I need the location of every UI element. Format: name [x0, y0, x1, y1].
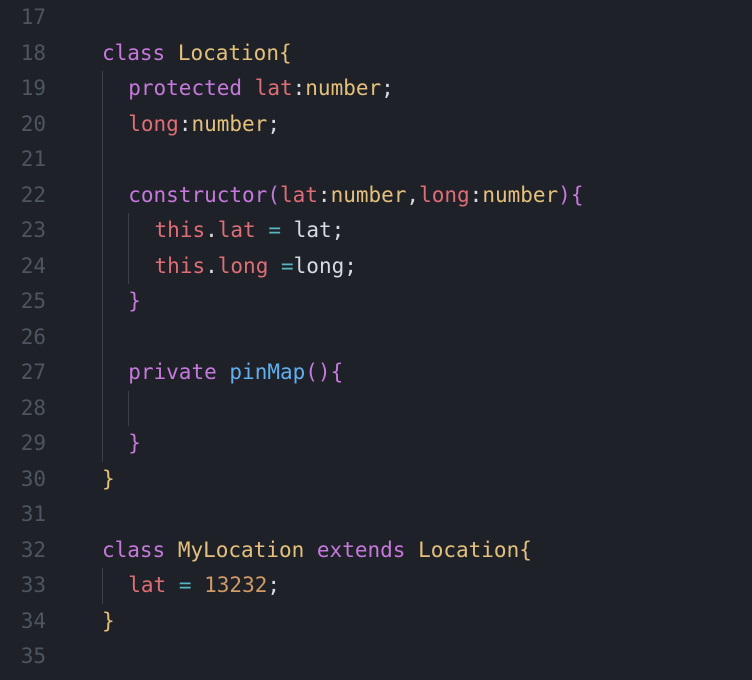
line-number: 28 [0, 391, 46, 427]
property-lat: lat [218, 218, 256, 242]
colon: : [470, 183, 483, 207]
line-number: 31 [0, 497, 46, 533]
semicolon: ; [267, 573, 280, 597]
keyword-class: class [102, 538, 165, 562]
keyword-constructor: constructor [128, 183, 267, 207]
line-number: 22 [0, 178, 46, 214]
line-number: 29 [0, 426, 46, 462]
var-long: long [294, 254, 345, 278]
code-line: private pinMap(){ [64, 355, 752, 391]
line-number: 23 [0, 213, 46, 249]
paren-close: ) [558, 183, 571, 207]
line-number: 24 [0, 249, 46, 285]
semicolon: ; [267, 112, 280, 136]
code-line: } [64, 284, 752, 320]
keyword-private: private [128, 360, 217, 384]
line-number: 27 [0, 355, 46, 391]
line-number: 34 [0, 604, 46, 640]
brace-close: } [102, 609, 115, 633]
type-number: number [482, 183, 558, 207]
semicolon: ; [332, 218, 345, 242]
line-number: 32 [0, 533, 46, 569]
line-number: 26 [0, 320, 46, 356]
semicolon: ; [344, 254, 357, 278]
colon: : [318, 183, 331, 207]
line-number: 33 [0, 568, 46, 604]
line-number: 25 [0, 284, 46, 320]
class-name: MyLocation [178, 538, 304, 562]
paren-close: ) [318, 360, 331, 384]
equals: = [281, 254, 294, 278]
type-number: number [305, 76, 381, 100]
brace-close: } [128, 431, 141, 455]
brace-open: { [331, 360, 344, 384]
code-line: this.long =long; [64, 249, 752, 285]
code-line: class Location{ [64, 36, 752, 72]
param-lat: lat [280, 183, 318, 207]
brace-close: } [102, 467, 115, 491]
code-line [64, 391, 752, 427]
property-lat: lat [128, 573, 166, 597]
code-line [64, 142, 752, 178]
type-number: number [191, 112, 267, 136]
keyword-this: this [155, 254, 206, 278]
property-long: long [128, 112, 179, 136]
code-line [64, 320, 752, 356]
keyword-extends: extends [317, 538, 406, 562]
paren-open: ( [267, 183, 280, 207]
code-line: lat = 13232; [64, 568, 752, 604]
line-number: 35 [0, 639, 46, 675]
line-number: 18 [0, 36, 46, 72]
equals: = [179, 573, 192, 597]
code-line: } [64, 462, 752, 498]
keyword-this: this [155, 218, 206, 242]
method-pinmap: pinMap [229, 360, 305, 384]
code-editor[interactable]: 17 18 19 20 21 22 23 24 25 26 27 28 29 3… [0, 0, 752, 680]
paren-open: ( [305, 360, 318, 384]
param-long: long [419, 183, 470, 207]
number-literal: 13232 [204, 573, 267, 597]
var-lat: lat [294, 218, 332, 242]
brace-open: { [571, 183, 584, 207]
type-number: number [331, 183, 407, 207]
code-line: } [64, 426, 752, 462]
code-line: this.lat = lat; [64, 213, 752, 249]
line-number: 20 [0, 107, 46, 143]
keyword-protected: protected [128, 76, 242, 100]
code-line [64, 0, 752, 36]
code-line [64, 497, 752, 533]
code-line [64, 639, 752, 675]
code-line: protected lat:number; [64, 71, 752, 107]
dot: . [205, 218, 218, 242]
dot: . [205, 254, 218, 278]
keyword-class: class [102, 41, 165, 65]
code-line: constructor(lat:number,long:number){ [64, 178, 752, 214]
comma: , [406, 183, 419, 207]
brace-open: { [519, 538, 532, 562]
line-number: 19 [0, 71, 46, 107]
class-name: Location [418, 538, 519, 562]
line-number: 17 [0, 0, 46, 36]
line-number: 21 [0, 142, 46, 178]
brace-close: } [128, 289, 141, 313]
property-lat: lat [255, 76, 293, 100]
property-long: long [218, 254, 269, 278]
colon: : [293, 76, 306, 100]
brace-open: { [279, 41, 292, 65]
line-number: 30 [0, 462, 46, 498]
code-line: } [64, 604, 752, 640]
code-line: long:number; [64, 107, 752, 143]
semicolon: ; [381, 76, 394, 100]
equals: = [268, 218, 281, 242]
class-name: Location [178, 41, 279, 65]
code-line: class MyLocation extends Location{ [64, 533, 752, 569]
colon: : [179, 112, 192, 136]
code-content[interactable]: class Location{ protected lat:number; lo… [64, 0, 752, 680]
line-gutter: 17 18 19 20 21 22 23 24 25 26 27 28 29 3… [0, 0, 64, 680]
